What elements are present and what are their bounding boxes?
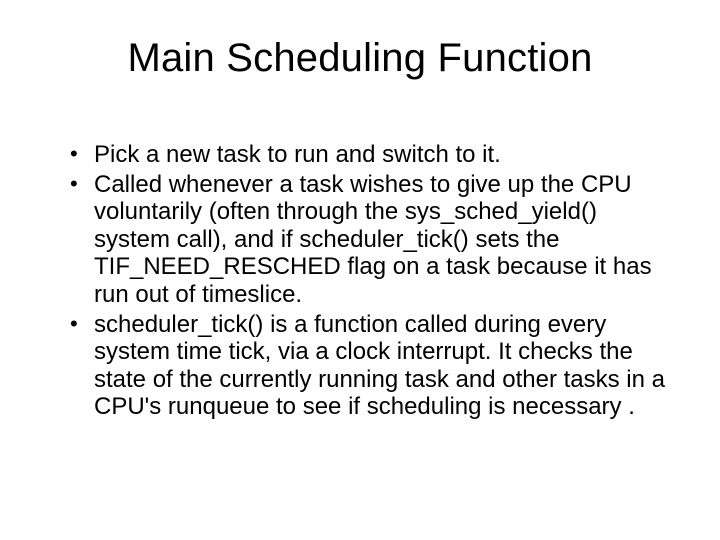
list-item: Pick a new task to run and switch to it. (70, 141, 670, 169)
slide: Main Scheduling Function Pick a new task… (0, 0, 720, 540)
bullet-list: Pick a new task to run and switch to it.… (50, 141, 670, 421)
slide-title: Main Scheduling Function (50, 36, 670, 81)
list-item: scheduler_tick() is a function called du… (70, 311, 670, 421)
list-item: Called whenever a task wishes to give up… (70, 171, 670, 309)
